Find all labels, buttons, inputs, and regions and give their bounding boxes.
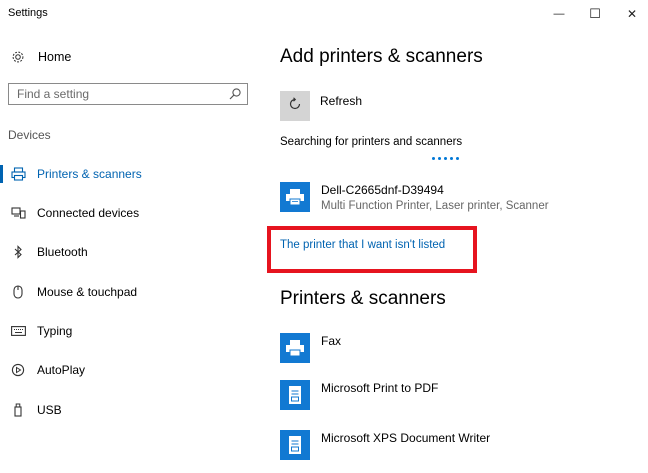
sidebar-item-label: Connected devices xyxy=(37,206,140,220)
sidebar: Home Devices Printers & scanners xyxy=(0,28,262,473)
sidebar-item-label: AutoPlay xyxy=(37,363,86,377)
refresh-button[interactable] xyxy=(280,91,310,121)
keyboard-icon xyxy=(10,323,26,339)
devices-section-title: Devices xyxy=(8,128,51,142)
sidebar-item-connected-devices[interactable]: Connected devices xyxy=(0,201,250,225)
found-device-item[interactable]: Dell-C2665dnf-D39494 Multi Function Prin… xyxy=(280,182,549,216)
printer-item-xps-writer[interactable]: Microsoft XPS Document Writer xyxy=(280,430,490,464)
fax-printer-icon xyxy=(280,333,310,363)
refresh-label[interactable]: Refresh xyxy=(320,94,362,108)
sidebar-item-label: Printers & scanners xyxy=(37,167,142,181)
search-icon[interactable] xyxy=(228,87,242,101)
window-title: Settings xyxy=(8,7,48,19)
sidebar-item-typing[interactable]: Typing xyxy=(0,319,250,343)
printer-icon xyxy=(280,182,310,212)
close-button[interactable]: ✕ xyxy=(616,0,648,28)
minimize-button[interactable]: — xyxy=(543,0,575,28)
minimize-icon: — xyxy=(553,8,565,20)
printer-item-print-to-pdf[interactable]: Microsoft Print to PDF xyxy=(280,380,438,414)
printer-name: Fax xyxy=(321,334,342,348)
add-printers-title: Add printers & scanners xyxy=(280,46,483,67)
settings-window: Settings — ☐ ✕ Home Find a setting Devic… xyxy=(0,0,648,473)
document-printer-icon xyxy=(280,380,310,410)
autoplay-icon xyxy=(10,362,26,378)
progress-dots xyxy=(432,157,462,161)
sidebar-item-printers-scanners[interactable]: Printers & scanners xyxy=(0,162,250,186)
home-nav-item[interactable]: Home xyxy=(10,46,71,68)
printers-scanners-title: Printers & scanners xyxy=(280,288,446,309)
printer-not-listed-link[interactable]: The printer that I want isn't listed xyxy=(280,239,445,251)
sidebar-item-bluetooth[interactable]: Bluetooth xyxy=(0,240,250,264)
gear-icon xyxy=(10,49,26,65)
sidebar-item-mouse-touchpad[interactable]: Mouse & touchpad xyxy=(0,280,250,304)
sidebar-item-label: Mouse & touchpad xyxy=(37,285,138,299)
usb-icon xyxy=(10,402,26,418)
sidebar-item-autoplay[interactable]: AutoPlay xyxy=(0,358,250,382)
sidebar-item-label: USB xyxy=(37,403,62,417)
printer-name: Microsoft XPS Document Writer xyxy=(321,431,491,445)
searching-status: Searching for printers and scanners xyxy=(280,136,463,148)
maximize-icon: ☐ xyxy=(589,6,601,21)
close-icon: ✕ xyxy=(626,7,638,21)
maximize-button[interactable]: ☐ xyxy=(579,0,611,28)
title-bar: Settings — ☐ ✕ xyxy=(0,0,648,28)
refresh-icon xyxy=(287,96,303,117)
search-box xyxy=(8,83,248,105)
sidebar-item-label: Typing xyxy=(37,324,73,338)
printer-item-fax[interactable]: Fax xyxy=(280,333,341,367)
connected-devices-icon xyxy=(10,205,26,221)
printer-name: Microsoft Print to PDF xyxy=(321,381,439,395)
printer-icon xyxy=(10,166,26,182)
search-input[interactable] xyxy=(9,84,227,103)
device-name: Dell-C2665dnf-D39494 xyxy=(321,183,444,197)
sidebar-item-label: Bluetooth xyxy=(37,245,88,259)
document-printer-icon xyxy=(280,430,310,460)
sidebar-item-usb[interactable]: USB xyxy=(0,398,250,422)
mouse-icon xyxy=(10,284,26,300)
home-label: Home xyxy=(38,50,72,64)
bluetooth-icon xyxy=(10,244,26,260)
main-content: Add printers & scanners Refresh Searchin… xyxy=(262,28,648,473)
device-description: Multi Function Printer, Laser printer, S… xyxy=(321,200,549,212)
